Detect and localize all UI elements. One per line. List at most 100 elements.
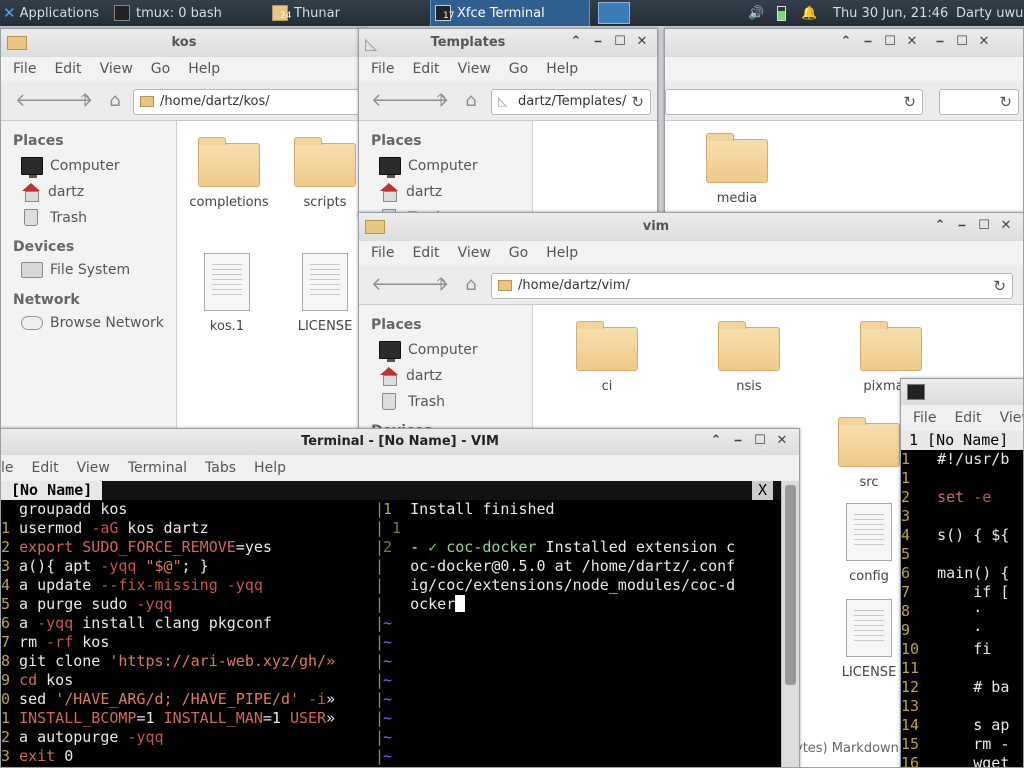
- menu-edit[interactable]: Edit: [54, 61, 81, 77]
- menu-terminal[interactable]: Terminal: [128, 460, 187, 476]
- back-arrow-icon[interactable]: 🡐: [15, 91, 63, 111]
- menu-go[interactable]: Go: [509, 245, 528, 261]
- sidebar-item-browse-network[interactable]: Browse Network: [21, 315, 164, 331]
- file-item[interactable]: media: [687, 133, 787, 206]
- reload-icon[interactable]: ↻: [903, 93, 916, 111]
- menu-edit[interactable]: Edit: [954, 410, 981, 426]
- file-item[interactable]: nsis: [699, 321, 799, 394]
- sidebar-item-filesystem[interactable]: File System: [21, 262, 130, 278]
- reload-icon[interactable]: ↻: [993, 277, 1006, 295]
- templates-location-bar[interactable]: ◺ dartz/Templates/ ↻: [491, 89, 651, 115]
- rterm-vim-buffer[interactable]: 1 [No Name] 1 #!/usr/b 1 2 set -e 3 4 s() …: [901, 431, 1023, 767]
- volume-icon[interactable]: 🔊: [748, 0, 770, 26]
- menu-edit[interactable]: Edit: [412, 245, 439, 261]
- menu-help[interactable]: Help: [254, 460, 286, 476]
- up-arrow-icon[interactable]: 🡑: [431, 91, 451, 111]
- bg2-location-bar[interactable]: ↻: [939, 89, 1019, 115]
- maximize-icon[interactable]: ☐: [883, 34, 897, 49]
- minimize-icon[interactable]: ⎯: [861, 34, 875, 49]
- sidebar-item-home[interactable]: dartz: [21, 183, 84, 202]
- rterm-tab[interactable]: 1 [No Name]: [901, 431, 1023, 450]
- sidebar-item-home[interactable]: dartz: [379, 183, 442, 202]
- terminal-scrollbar[interactable]: [781, 481, 799, 767]
- menu-help[interactable]: Help: [188, 61, 220, 77]
- kos-location-bar[interactable]: /home/dartz/kos/: [133, 89, 367, 115]
- home-icon[interactable]: ⌂: [105, 91, 125, 111]
- bg-titlebar[interactable]: ⌃ ⎯ ☐ ✕ ⎯ ☐ ✕: [665, 29, 1023, 57]
- bg-location-bar[interactable]: ↻: [665, 89, 923, 115]
- vim-buffer[interactable]: [No Name] X groupadd kos | 1 usermod -aG k…: [1, 481, 799, 767]
- vim-tab-close[interactable]: X: [751, 481, 773, 500]
- menu-go[interactable]: Go: [509, 61, 528, 77]
- forward-arrow-icon[interactable]: 🡒: [401, 275, 449, 295]
- minimize-icon[interactable]: ⎯: [933, 34, 947, 49]
- sidebar-item-computer[interactable]: Computer: [379, 157, 478, 178]
- up-arrow-icon[interactable]: 🡑: [431, 275, 451, 295]
- file-item[interactable]: ci: [557, 321, 657, 394]
- forward-arrow-icon[interactable]: 🡒: [45, 91, 93, 111]
- menu-edit[interactable]: Edit: [32, 460, 59, 476]
- sidebar-item-computer[interactable]: Computer: [379, 341, 478, 362]
- reload-icon[interactable]: ↻: [631, 93, 644, 111]
- notification-bell-icon[interactable]: 🔔: [801, 0, 821, 26]
- maximize-icon[interactable]: ☐: [613, 34, 627, 49]
- file-item[interactable]: completions: [179, 137, 279, 210]
- sidebar-item-trash[interactable]: Trash: [379, 393, 445, 410]
- vim-titlebar[interactable]: vim ⌃ ⎯ ☐ ✕: [359, 213, 1023, 241]
- minimize-icon[interactable]: ⎯: [731, 433, 745, 448]
- sidebar-item-home[interactable]: dartz: [379, 367, 442, 386]
- rterm-titlebar[interactable]: [901, 379, 1023, 405]
- menu-view[interactable]: View: [458, 245, 491, 261]
- menu-help[interactable]: Help: [546, 61, 578, 77]
- vim-location-bar[interactable]: /home/dartz/vim/ ↻: [491, 273, 1013, 299]
- user-menu[interactable]: Darty uwu: [956, 0, 1024, 26]
- menu-file[interactable]: File: [371, 61, 394, 77]
- vim-tab[interactable]: [No Name]: [1, 481, 103, 500]
- up-arrow-icon[interactable]: 🡑: [75, 91, 95, 111]
- sidebar-item-computer[interactable]: Computer: [21, 157, 120, 178]
- minimize-icon[interactable]: ⎯: [955, 218, 969, 233]
- file-item[interactable]: scripts: [275, 137, 367, 210]
- home-icon[interactable]: ⌂: [461, 275, 481, 295]
- menu-go[interactable]: Go: [151, 61, 170, 77]
- maximize-icon[interactable]: ☐: [753, 433, 767, 448]
- menu-view[interactable]: View: [77, 460, 110, 476]
- maximize-icon[interactable]: ☐: [955, 34, 969, 49]
- close-icon[interactable]: ✕: [977, 34, 991, 49]
- menu-view[interactable]: View: [458, 61, 491, 77]
- terminal-titlebar[interactable]: Terminal - [No Name] - VIM ⌃ ⎯ ☐ ✕: [1, 429, 799, 455]
- back-arrow-icon[interactable]: 🡐: [371, 275, 419, 295]
- close-icon[interactable]: ✕: [905, 34, 919, 49]
- reload-icon[interactable]: ↻: [999, 93, 1012, 111]
- minimize-icon[interactable]: ⎯: [591, 34, 605, 49]
- close-icon[interactable]: ✕: [999, 218, 1013, 233]
- shade-icon[interactable]: ⌃: [569, 34, 583, 49]
- menu-view[interactable]: View: [1000, 410, 1023, 426]
- close-icon[interactable]: ✕: [635, 34, 649, 49]
- menu-edit[interactable]: Edit: [412, 61, 439, 77]
- file-item[interactable]: kos.1: [177, 253, 277, 334]
- menu-file[interactable]: File: [371, 245, 394, 261]
- task-tmux[interactable]: tmux: 0 bash: [108, 0, 258, 26]
- menu-file[interactable]: File: [913, 410, 936, 426]
- battery-icon[interactable]: [777, 0, 791, 26]
- menu-file[interactable]: File: [13, 61, 36, 77]
- workspace-switcher[interactable]: [598, 0, 632, 26]
- maximize-icon[interactable]: ☐: [977, 218, 991, 233]
- menu-file[interactable]: le: [1, 460, 14, 476]
- kos-titlebar[interactable]: kos: [1, 29, 367, 57]
- back-arrow-icon[interactable]: 🡐: [371, 91, 419, 111]
- shade-icon[interactable]: ⌃: [709, 433, 723, 448]
- menu-tabs[interactable]: Tabs: [205, 460, 236, 476]
- minimize-icon[interactable]: ⌃: [839, 34, 853, 49]
- file-item[interactable]: LICENSE: [275, 253, 367, 334]
- sidebar-item-trash[interactable]: Trash: [21, 209, 87, 226]
- scrollbar-thumb[interactable]: [785, 485, 796, 685]
- clock[interactable]: Thu 30 Jun, 21:46: [833, 0, 949, 26]
- templates-titlebar[interactable]: ◺ Templates ⌃ ⎯ ☐ ✕: [359, 29, 657, 57]
- menu-help[interactable]: Help: [546, 245, 578, 261]
- applications-menu-button[interactable]: ✕ Applications: [0, 0, 105, 26]
- task-xfce-terminal[interactable]: 17 Xfce Terminal: [430, 0, 590, 26]
- menu-view[interactable]: View: [100, 61, 133, 77]
- close-icon[interactable]: ✕: [775, 433, 789, 448]
